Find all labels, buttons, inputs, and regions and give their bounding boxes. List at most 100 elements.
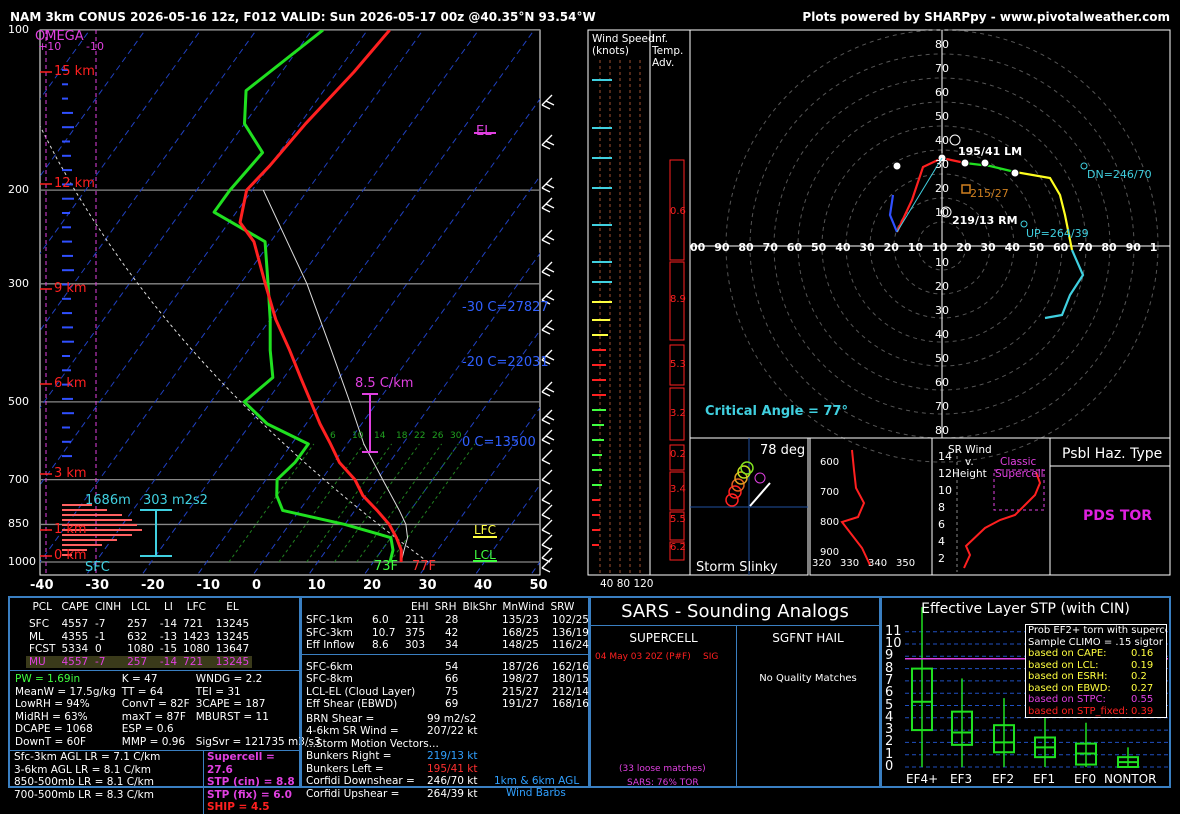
- hodo-ring-label: 40: [935, 328, 949, 341]
- cell: 721: [183, 655, 204, 668]
- stp-category-label: NONTOR: [1104, 772, 1157, 786]
- table-row: LCL-EL (Cloud Layer) 75 215/27 212/14: [302, 685, 589, 699]
- cell: SFC-1km: [306, 614, 353, 626]
- temp-tick-label: 50: [529, 578, 548, 593]
- slinky-circle: [728, 485, 742, 499]
- cell: 75: [445, 685, 459, 698]
- temp-tick-label: 10: [307, 578, 326, 593]
- slinky-circle: [725, 493, 739, 507]
- vector-value: 264/39 kt: [427, 787, 478, 800]
- table-row: LowRH = 94% ConvT = 82F 3CAPE = 187: [12, 698, 324, 711]
- mixing-ratio-line: [278, 443, 365, 563]
- stp-category-label: EF2: [992, 772, 1015, 786]
- wind-barb-flag: [541, 529, 551, 535]
- lfc-label: LFC: [474, 523, 496, 537]
- cell: DCAPE = 1068: [15, 723, 93, 735]
- hodo-ring-label: 50: [935, 110, 949, 123]
- cell: -14: [159, 655, 178, 668]
- kinematic-table: EHI SRH BlkShr MnWind SRW: [302, 601, 577, 614]
- vector-value: 219/13 kt: [427, 750, 478, 762]
- height-label: 6 km: [54, 376, 87, 391]
- prob-label: based on ESRH:: [1028, 671, 1108, 682]
- table-row: MidRH = 63% maxT = 87F MBURST = 11: [12, 711, 324, 724]
- wind-barb-flag: [545, 100, 555, 106]
- eff-srh-label: 303 m2s2: [143, 493, 208, 508]
- hodo-height-marker: [980, 158, 990, 168]
- lapse-label: 8.5 C/km: [355, 376, 414, 391]
- prob-value: 0.16: [1131, 648, 1154, 659]
- storm-vector: Bunkers Left = 195/41 kt: [306, 763, 588, 776]
- cell: MeanW = 17.5g/kg: [15, 685, 116, 698]
- cell: -1: [94, 630, 106, 643]
- cell: 66: [445, 673, 459, 685]
- wind-barb-flag: [545, 183, 555, 189]
- hodo-trace: [1044, 249, 1085, 320]
- hodo-ring-label: 30: [935, 158, 949, 171]
- cell: 168/16: [552, 698, 589, 710]
- hodo-trace: [964, 161, 1016, 174]
- hodo-x-label: 00: [690, 241, 706, 254]
- cell: 13245: [215, 618, 250, 630]
- mixing-ratio-label: 22: [414, 431, 426, 441]
- adv-value: 6.2: [670, 542, 686, 553]
- wind-barb: [541, 449, 553, 461]
- wind-barb: [541, 469, 553, 481]
- hodo-ring-label: 10: [935, 256, 949, 269]
- cell: 116/24: [552, 639, 589, 651]
- cell: 375: [405, 626, 426, 639]
- height-label: 3 km: [54, 466, 87, 481]
- wind-barb-flag: [541, 544, 551, 550]
- table-row: PW = 1.69in K = 47 WNDG = 2.2: [12, 673, 324, 686]
- c0-label: 0 C=13500: [462, 435, 536, 450]
- table-row: DCAPE = 1068 ESP = 0.6: [12, 723, 324, 736]
- hodo-x-label: 10: [907, 241, 924, 254]
- slinky-vector: [749, 482, 771, 507]
- srw-value: 207/22 kt: [427, 725, 478, 737]
- sars-match: 04 May 03 20Z (P#F): [595, 652, 691, 662]
- table-row: ML 4355 -1 632 -13 1423 13245: [26, 631, 252, 644]
- brn-value: 99 m2/s2: [427, 712, 477, 725]
- thermo-params-table: PW = 1.69in K = 47 WNDG = 2.2 MeanW = 17.5…: [12, 673, 324, 748]
- theta-profile: [840, 449, 871, 566]
- stp-y-tick: 0: [885, 759, 894, 774]
- stp-category-label: EF3: [950, 772, 973, 786]
- wind-barb-flag: [545, 235, 555, 241]
- c30-label: -30 C=27827: [462, 300, 549, 315]
- cell: 8.6: [372, 639, 389, 651]
- cell: Eff Inflow: [306, 639, 355, 651]
- srwind-y-tick: 8: [938, 501, 945, 514]
- cell: -13: [159, 630, 178, 643]
- hodo-x-label: 40: [1004, 241, 1020, 254]
- table-row: SFC-8km 66 198/27 180/15: [302, 673, 589, 686]
- temp-tick-label: 40: [474, 578, 493, 593]
- storm-motion-title: ...Storm Motion Vectors...: [306, 737, 439, 750]
- cell: 13245: [215, 630, 250, 643]
- barb-note-2: Wind Barbs: [506, 786, 566, 799]
- stp-category-label: EF0: [1074, 772, 1097, 786]
- theta-y-tick: 600: [820, 457, 840, 468]
- mixing-ratio-label: 14: [374, 431, 386, 441]
- isotherm: [253, 175, 540, 574]
- cell: MU: [29, 655, 46, 668]
- prob-value: 0.2: [1131, 671, 1147, 682]
- isotherm: [40, 30, 91, 100]
- slinky-circle: [731, 478, 745, 492]
- adv-title-3: Adv.: [652, 57, 675, 69]
- wind-barb-flag: [541, 329, 551, 335]
- hodo-x-label: 60: [1053, 241, 1069, 254]
- table-row: FCST 5334 0 1080 -15 1080 13647: [26, 643, 252, 656]
- classic-supercell-2: Supercell: [995, 468, 1044, 480]
- mixing-ratio-label: 18: [396, 431, 408, 441]
- omega-minus: -10: [86, 40, 104, 53]
- cell: 257: [127, 618, 148, 630]
- hodo-ring-label: 60: [935, 86, 949, 99]
- wind-barb-flag: [545, 267, 555, 273]
- prob-row: based on LCL: 0.19: [1028, 660, 1166, 672]
- mean-wind-marker: [961, 184, 971, 194]
- cell: 212/14: [552, 685, 589, 698]
- dn-label: DN=246/70: [1087, 168, 1152, 181]
- prob-row: based on ESRH: 0.2: [1028, 671, 1166, 683]
- mean-wind-label: 215/27: [970, 187, 1009, 200]
- cell: MidRH = 63%: [15, 710, 88, 723]
- adv-title-2: Temp.: [652, 45, 684, 57]
